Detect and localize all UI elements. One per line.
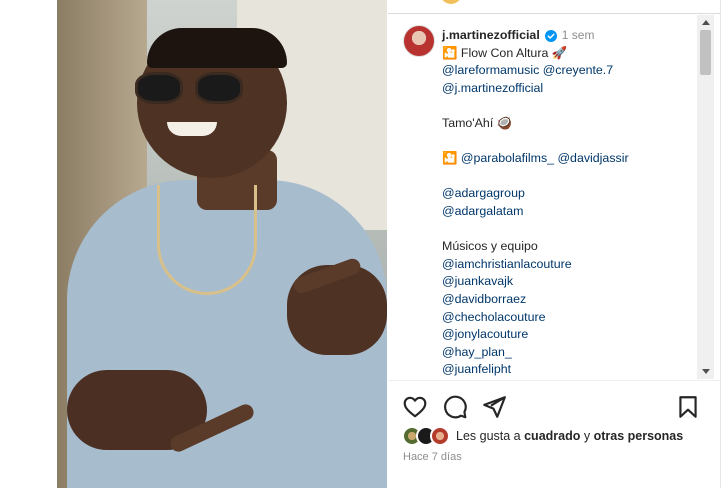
header-avatar-peek [440,0,462,4]
caption-line[interactable]: @adargalatam [442,203,697,221]
post-caption: j.martinezofficial 1 sem 🎦 Flow Con Altu… [442,27,697,379]
actions-divider [388,380,720,381]
bookmark-icon[interactable] [675,394,701,420]
caption-line[interactable]: @jonylacouture [442,326,697,344]
heart-icon[interactable] [402,394,428,420]
liker-username[interactable]: cuadrado [524,429,580,443]
caption-line[interactable]: @davidborraez [442,291,697,309]
author-avatar[interactable] [403,25,435,57]
caption-scrollbar[interactable] [697,15,714,379]
caption-area: j.martinezofficial 1 sem 🎦 Flow Con Altu… [388,15,720,379]
verified-badge-icon [544,29,557,42]
likes-prefix: Les gusta a [456,429,525,443]
caption-line: Músicos y equipo [442,239,538,254]
caption-line[interactable]: @adargagroup [442,185,697,203]
comment-icon[interactable] [442,394,468,420]
likes-row[interactable]: Les gusta a cuadrado y otras personas [402,425,683,447]
caption-line: Tamo'Ahí 🥥 [442,115,513,130]
image-smile [167,122,217,136]
lens-right [195,72,243,104]
image-sunglasses [135,72,245,104]
header-strip [388,0,720,14]
caption-line: 🎦 Flow Con Altura 🚀 [442,45,568,60]
lens-left [135,72,183,104]
post-date[interactable]: Hace 7 días [403,451,462,463]
send-icon[interactable] [481,394,507,420]
liker-avatar [430,426,450,446]
caption-blank [442,97,697,115]
author-username[interactable]: j.martinezofficial [442,27,540,45]
caption-blank [442,168,697,186]
caption-blank [442,133,697,151]
caption-line[interactable]: @iamchristianlacouture [442,256,697,274]
caption-line[interactable]: 🎦 @parabolafilms_ @davidjassir [442,150,697,168]
caption-line[interactable]: @juankavajk [442,273,697,291]
post-image[interactable] [57,0,387,488]
caption-header: j.martinezofficial 1 sem [442,27,697,45]
likes-text: Les gusta a cuadrado y otras personas [456,429,683,443]
caption-line[interactable]: @lareformamusic @creyente.7 [442,62,697,80]
left-gutter [0,0,57,488]
liker-avatars [402,426,454,446]
likes-middle: y [580,429,594,443]
image-hair [147,28,287,68]
post-time[interactable]: 1 sem [562,27,595,45]
likes-others[interactable]: otras personas [594,429,684,443]
caption-line[interactable]: @j.martinezofficial [442,80,697,98]
post-side-panel: j.martinezofficial 1 sem 🎦 Flow Con Altu… [388,0,720,488]
scroll-down-arrow-icon[interactable] [702,369,710,374]
scroll-up-arrow-icon[interactable] [702,20,710,25]
page-right-edge [720,0,728,488]
caption-blank [442,221,697,239]
scroll-thumb[interactable] [700,30,711,75]
caption-line[interactable]: @checholacouture [442,309,697,327]
image-chain [157,185,257,295]
caption-line[interactable]: @juanfelipht [442,361,697,379]
caption-line[interactable]: @hay_plan_ [442,344,697,362]
